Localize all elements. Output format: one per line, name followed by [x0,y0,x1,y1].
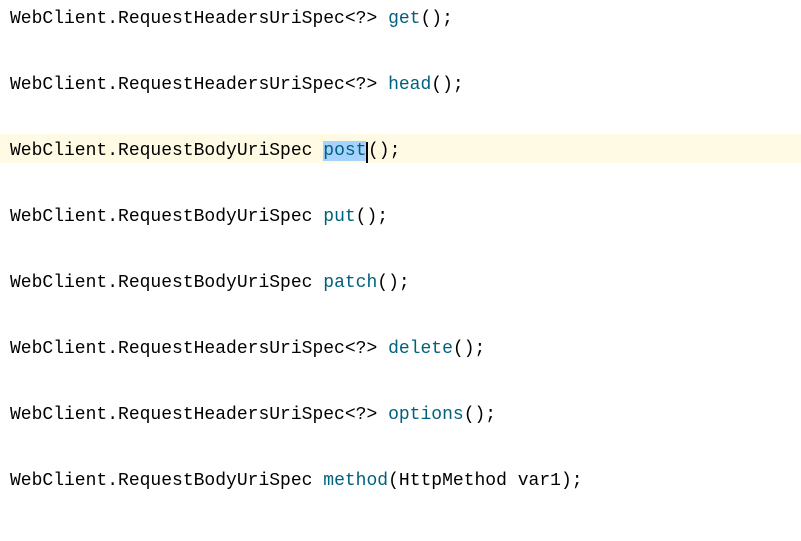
parens-semicolon: (); [453,339,485,359]
blank-line [0,163,801,200]
method-name: get [388,9,420,29]
type-name: WebClient.RequestHeadersUriSpec [10,9,345,29]
parens-semicolon: (); [377,273,409,293]
code-line-put[interactable]: WebClient.RequestBodyUriSpec put(); [0,200,801,229]
blank-line [0,97,801,134]
type-name: WebClient.RequestHeadersUriSpec [10,75,345,95]
type-name: WebClient.RequestHeadersUriSpec [10,339,345,359]
param-name: var1 [518,471,561,491]
text-cursor [366,142,368,163]
code-line-post[interactable]: WebClient.RequestBodyUriSpec post(); [0,134,801,163]
blank-line [0,427,801,464]
close-paren-semicolon: ); [561,471,583,491]
method-name-selected: post [323,141,366,161]
blank-line [0,31,801,68]
blank-line [0,229,801,266]
method-name: options [388,405,464,425]
code-line-delete[interactable]: WebClient.RequestHeadersUriSpec<?> delet… [0,332,801,361]
type-name: WebClient.RequestBodyUriSpec [10,207,312,227]
type-name: WebClient.RequestBodyUriSpec [10,141,312,161]
method-name: head [388,75,431,95]
type-name: WebClient.RequestBodyUriSpec [10,471,312,491]
parens-semicolon: (); [368,141,400,161]
space [312,141,323,161]
space [377,339,388,359]
type-name: WebClient.RequestHeadersUriSpec [10,405,345,425]
code-editor[interactable]: WebClient.RequestHeadersUriSpec<?> get()… [0,0,801,495]
generic-param: <?> [345,75,377,95]
space [312,471,323,491]
space [377,75,388,95]
code-line-method[interactable]: WebClient.RequestBodyUriSpec method(Http… [0,464,801,493]
generic-param: <?> [345,9,377,29]
space [377,405,388,425]
code-line-options[interactable]: WebClient.RequestHeadersUriSpec<?> optio… [0,398,801,427]
space [312,273,323,293]
space [377,9,388,29]
generic-param: <?> [345,339,377,359]
blank-line [0,295,801,332]
generic-param: <?> [345,405,377,425]
method-name: put [323,207,355,227]
code-line-get[interactable]: WebClient.RequestHeadersUriSpec<?> get()… [0,2,801,31]
space [507,471,518,491]
method-name: delete [388,339,453,359]
open-paren: ( [388,471,399,491]
type-name: WebClient.RequestBodyUriSpec [10,273,312,293]
parens-semicolon: (); [431,75,463,95]
parens-semicolon: (); [356,207,388,227]
param-type: HttpMethod [399,471,507,491]
parens-semicolon: (); [420,9,452,29]
space [312,207,323,227]
method-name: patch [323,273,377,293]
blank-line [0,361,801,398]
parens-semicolon: (); [464,405,496,425]
method-name: method [323,471,388,491]
code-line-head[interactable]: WebClient.RequestHeadersUriSpec<?> head(… [0,68,801,97]
code-line-patch[interactable]: WebClient.RequestBodyUriSpec patch(); [0,266,801,295]
